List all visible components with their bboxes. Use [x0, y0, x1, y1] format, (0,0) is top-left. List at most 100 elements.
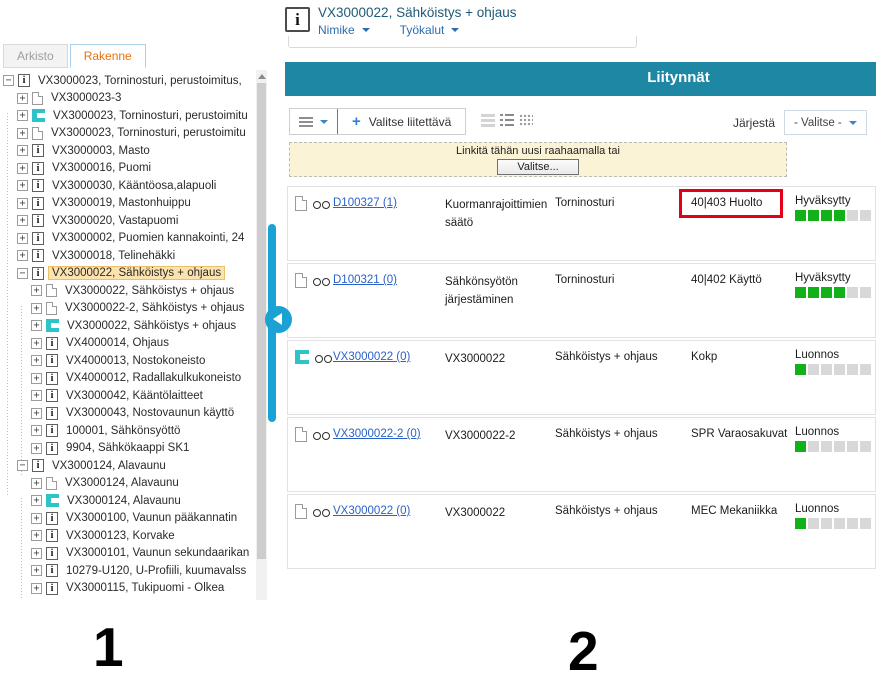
item-link[interactable]: VX3000022 (0) — [333, 505, 410, 517]
linked-item-row[interactable]: VX3000022-2 (0)VX3000022-2Sähköistys + o… — [287, 417, 876, 492]
menu-bar: Nimike Työkalut — [318, 23, 459, 37]
tree-item[interactable]: +i9904, Sähkökaappi SK1 — [0, 440, 256, 458]
tab-rakenne[interactable]: Rakenne — [70, 44, 146, 68]
progress-segment-on — [834, 210, 845, 221]
expand-toggle-icon[interactable]: + — [31, 303, 42, 314]
preview-glasses-icon[interactable] — [312, 430, 331, 440]
linked-item-row[interactable]: VX3000022 (0)VX3000022Sähköistys + ohjau… — [287, 340, 876, 415]
expand-toggle-icon[interactable]: + — [31, 478, 42, 489]
menu-nimike[interactable]: Nimike — [318, 23, 370, 37]
tree-item[interactable]: −iVX3000022, Sähköistys + ohjaus — [0, 265, 256, 283]
expand-toggle-icon[interactable]: + — [17, 198, 28, 209]
expand-toggle-icon[interactable]: + — [17, 110, 28, 121]
tree-item[interactable]: +iVX3000002, Puomien kannakointi, 24 — [0, 230, 256, 248]
expand-toggle-icon[interactable]: + — [31, 390, 42, 401]
tree-scrollbar[interactable] — [256, 70, 267, 600]
tree-item[interactable]: +iVX3000043, Nostovaunun käyttö — [0, 405, 256, 423]
tree-item[interactable]: +iVX3000016, Puomi — [0, 160, 256, 178]
tree-item[interactable]: +iVX3000020, Vastapuomi — [0, 212, 256, 230]
collapse-panel-handle-icon[interactable] — [265, 306, 292, 333]
expand-toggle-icon[interactable]: + — [31, 285, 42, 296]
tree-item[interactable]: +VX3000124, Alavaunu — [0, 475, 256, 493]
collapse-toggle-icon[interactable]: − — [17, 460, 28, 471]
tree-item[interactable]: +iVX4000013, Nostokoneisto — [0, 352, 256, 370]
tree-item[interactable]: +VX3000022-2, Sähköistys + ohjaus — [0, 300, 256, 318]
tree-item[interactable]: +iVX3000042, Kääntölaitteet — [0, 387, 256, 405]
expand-toggle-icon[interactable]: + — [17, 145, 28, 156]
tree-item[interactable]: +iVX3000115, Tukipuomi - Olkea — [0, 580, 256, 598]
tree-item[interactable]: +VX3000023, Torninosturi, perustoimitu — [0, 125, 256, 143]
expand-toggle-icon[interactable]: + — [17, 233, 28, 244]
item-link[interactable]: VX3000022 (0) — [333, 351, 410, 363]
expand-toggle-icon[interactable]: + — [31, 565, 42, 576]
select-attachable-button[interactable]: + Valitse liitettävä — [338, 109, 465, 134]
linked-item-row[interactable]: D100327 (1)Kuormanrajoittimien säätöTorn… — [287, 186, 876, 261]
scroll-up-icon[interactable] — [258, 74, 266, 79]
item-info-icon: i — [46, 529, 58, 542]
preview-glasses-icon[interactable] — [314, 353, 333, 363]
tree-item[interactable]: +VX3000022, Sähköistys + ohjaus — [0, 317, 256, 335]
large-list-view-icon[interactable] — [481, 114, 495, 127]
collapse-toggle-icon[interactable]: − — [3, 75, 14, 86]
tree-item[interactable]: +iVX4000014, Ohjaus — [0, 335, 256, 353]
expand-toggle-icon[interactable]: + — [31, 338, 42, 349]
expand-toggle-icon[interactable]: + — [31, 320, 42, 331]
tree-item[interactable]: −iVX3000124, Alavaunu — [0, 457, 256, 475]
expand-toggle-icon[interactable]: + — [31, 513, 42, 524]
expand-toggle-icon[interactable]: + — [31, 495, 42, 506]
item-category: 40|402 Käyttö — [683, 264, 795, 286]
tree-item[interactable]: +VX3000022, Sähköistys + ohjaus — [0, 282, 256, 300]
collapse-toggle-icon[interactable]: − — [17, 268, 28, 279]
tree-item[interactable]: +iVX4000012, Radallakulkukoneisto — [0, 370, 256, 388]
preview-glasses-icon[interactable] — [312, 276, 331, 286]
tree-item[interactable]: +VX3000023, Torninosturi, perustoimitu — [0, 107, 256, 125]
tree-item[interactable]: +i100001, Sähkönsyöttö — [0, 422, 256, 440]
tree-item[interactable]: −iVX3000023, Torninosturi, perustoimitus… — [0, 72, 256, 90]
grid-view-icon[interactable] — [519, 114, 533, 127]
linked-item-row[interactable]: VX3000022 (0)VX3000022Sähköistys + ohjau… — [287, 494, 876, 569]
expand-toggle-icon[interactable]: + — [17, 215, 28, 226]
tree-item[interactable]: +iVX3000030, Kääntöosa,alapuoli — [0, 177, 256, 195]
expand-toggle-icon[interactable]: + — [31, 530, 42, 541]
tree-item[interactable]: +i10279-U120, U-Profiili, kuumavalss — [0, 562, 256, 580]
progress-segment-off — [834, 364, 845, 375]
menu-tyokalut[interactable]: Työkalut — [400, 23, 460, 37]
detail-list-view-icon[interactable] — [500, 114, 514, 127]
expand-toggle-icon[interactable]: + — [31, 443, 42, 454]
tree-item[interactable]: +iVX3000019, Mastonhuippu — [0, 195, 256, 213]
annotation-marker-1: 1 — [93, 615, 124, 679]
expand-toggle-icon[interactable]: + — [31, 425, 42, 436]
tree-item[interactable]: +iVX3000018, Telinehäkki — [0, 247, 256, 265]
expand-toggle-icon[interactable]: + — [31, 548, 42, 559]
preview-glasses-icon[interactable] — [312, 507, 331, 517]
expand-toggle-icon[interactable]: + — [31, 355, 42, 366]
dropzone-select-button[interactable]: Valitse... — [497, 159, 578, 175]
tree-item[interactable]: +iVX3000003, Masto — [0, 142, 256, 160]
expand-toggle-icon[interactable]: + — [17, 128, 28, 139]
expand-toggle-icon[interactable]: + — [17, 250, 28, 261]
item-info-icon: i — [32, 162, 44, 175]
expand-toggle-icon[interactable]: + — [31, 408, 42, 419]
list-menu-button[interactable] — [290, 109, 337, 134]
tree-item[interactable]: +iVX3000101, Vaunun sekundaarikan — [0, 545, 256, 563]
tree-item[interactable]: +iVX3000100, Vaunun pääkannatin — [0, 510, 256, 528]
preview-glasses-icon[interactable] — [312, 199, 331, 209]
expand-toggle-icon[interactable]: + — [17, 180, 28, 191]
expand-toggle-icon[interactable]: + — [31, 583, 42, 594]
item-link[interactable]: D100327 (1) — [333, 197, 397, 209]
tree-item[interactable]: +VX3000124, Alavaunu — [0, 492, 256, 510]
link-dropzone[interactable]: Linkitä tähän uusi raahaamalla tai Valit… — [289, 142, 787, 177]
tree-item[interactable]: +iVX3000123, Korvake — [0, 527, 256, 545]
tab-arkisto[interactable]: Arkisto — [3, 44, 68, 68]
item-link[interactable]: D100321 (0) — [333, 274, 397, 286]
expand-toggle-icon[interactable]: + — [31, 373, 42, 384]
item-link[interactable]: VX3000022-2 (0) — [333, 428, 421, 440]
hamburger-menu-icon — [299, 117, 313, 127]
item-context: Sähköistys + ohjaus — [555, 341, 683, 363]
expand-toggle-icon[interactable]: + — [17, 163, 28, 174]
expand-toggle-icon[interactable]: + — [17, 93, 28, 104]
linked-item-row[interactable]: D100321 (0)Sähkönsyötön järjestäminenTor… — [287, 263, 876, 338]
progress-segment-on — [795, 364, 806, 375]
sort-dropdown[interactable]: - Valitse - — [784, 110, 867, 135]
tree-item[interactable]: +VX3000023-3 — [0, 90, 256, 108]
